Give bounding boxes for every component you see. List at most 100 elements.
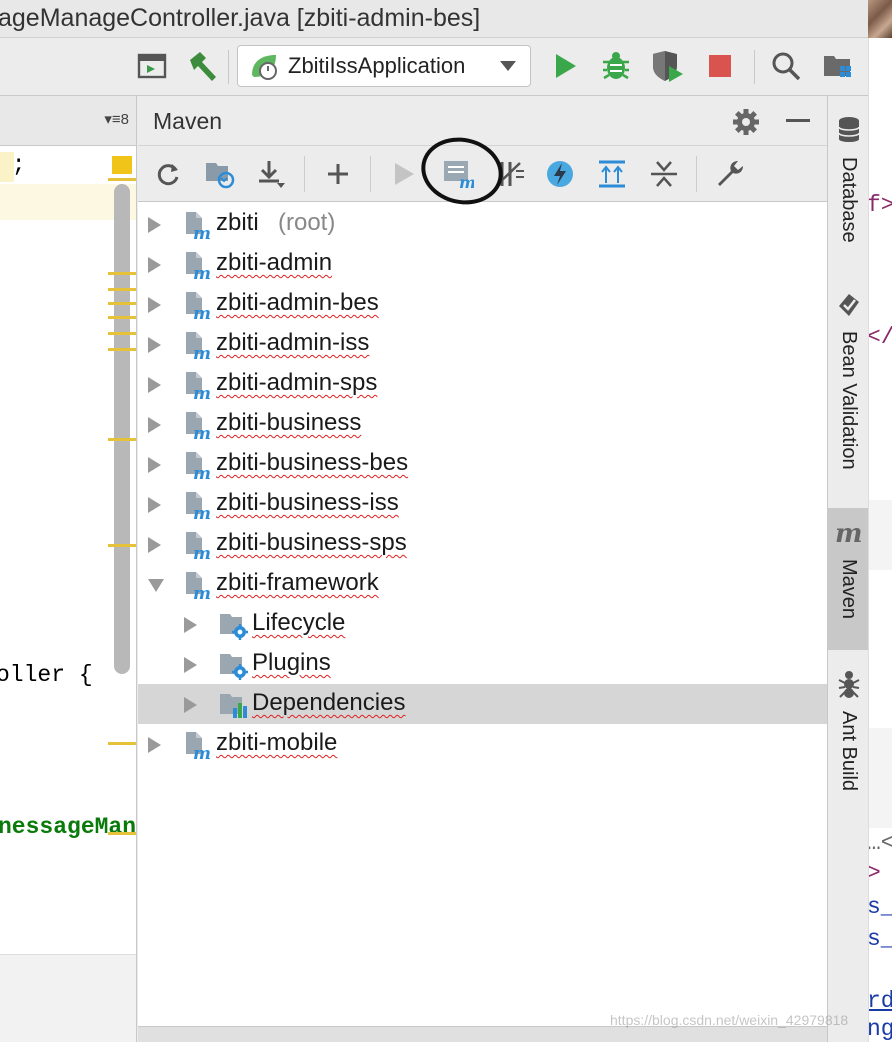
expand-arrow-icon[interactable]	[148, 257, 161, 273]
lifecycle-folder-icon	[218, 650, 248, 680]
error-stripe-mark[interactable]	[108, 178, 136, 181]
toolbar-separator	[228, 50, 229, 84]
maven-bottom-edge	[138, 1026, 827, 1042]
reload-icon[interactable]	[150, 156, 186, 192]
tree-item[interactable]: m zbiti (root)	[138, 204, 827, 244]
run-icon[interactable]	[386, 156, 422, 192]
skip-tests-icon[interactable]	[542, 156, 578, 192]
coverage-icon[interactable]	[650, 48, 686, 84]
tool-tab-label: Ant Build	[838, 711, 860, 792]
error-stripe-mark[interactable]	[108, 316, 136, 319]
expand-arrow-icon[interactable]	[184, 697, 197, 713]
tree-item[interactable]: Lifecycle	[138, 604, 827, 644]
svg-text:m: m	[193, 344, 211, 360]
expand-arrow-icon[interactable]	[148, 417, 161, 433]
error-stripe-mark[interactable]	[108, 544, 136, 547]
tool-tab-label: Maven	[838, 559, 860, 620]
stop-icon[interactable]	[702, 48, 738, 84]
debug-icon[interactable]	[598, 48, 634, 84]
expand-arrow-icon[interactable]	[148, 217, 161, 233]
tree-item-label: zbiti-admin-sps	[216, 369, 378, 396]
maven-project-tree[interactable]: m zbiti (root) m zbiti-admin m zbiti-admin-bes…	[138, 204, 827, 764]
tool-tab-maven[interactable]: m Maven	[828, 508, 869, 650]
svg-text:m: m	[193, 304, 211, 320]
warning-marker[interactable]	[112, 156, 132, 174]
tree-item-label: zbiti-framework	[216, 569, 379, 596]
tree-item[interactable]: m zbiti-business-iss	[138, 484, 827, 524]
run-icon[interactable]	[547, 48, 583, 84]
tree-item-label: Lifecycle	[252, 609, 346, 636]
error-stripe-mark[interactable]	[108, 348, 136, 351]
tree-item[interactable]: m zbiti-admin-iss	[138, 324, 827, 364]
tool-tab-bean-validation[interactable]: Bean Validation	[828, 292, 869, 470]
minimize-icon[interactable]	[786, 119, 810, 122]
search-icon[interactable]	[768, 48, 804, 84]
lifecycle-folder-icon	[218, 610, 248, 640]
bean-icon	[837, 292, 861, 323]
tree-item-label: Plugins	[252, 649, 331, 676]
tree-item[interactable]: m zbiti-admin	[138, 244, 827, 284]
expand-arrow-icon[interactable]	[148, 737, 161, 753]
error-stripe-mark[interactable]	[108, 742, 136, 745]
ide-window: ageManageController.java [zbiti-admin-be…	[0, 0, 892, 1042]
run-configuration-select[interactable]: ZbitiIssApplication	[237, 45, 531, 87]
desktop-background	[868, 0, 892, 38]
code-fragment: …<	[868, 830, 892, 856]
add-icon[interactable]	[320, 156, 356, 192]
editor-scrollbar[interactable]	[114, 184, 130, 674]
tree-item[interactable]: m zbiti-business-bes	[138, 444, 827, 484]
expand-arrow-icon[interactable]	[148, 337, 161, 353]
maven-module-icon: m	[182, 410, 212, 444]
editor-tabs-menu[interactable]: ▾≡8	[104, 110, 129, 128]
svg-text:m: m	[193, 224, 211, 240]
tree-item[interactable]: Plugins	[138, 644, 827, 684]
download-icon[interactable]	[254, 156, 290, 192]
title-bar: ageManageController.java [zbiti-admin-be…	[0, 0, 868, 38]
tree-item-label: zbiti-admin-bes	[216, 289, 379, 316]
error-stripe-mark[interactable]	[108, 332, 136, 335]
tree-item[interactable]: Dependencies	[138, 684, 827, 724]
toolbar-separator	[304, 156, 305, 192]
toolbar-separator	[754, 50, 755, 84]
code-fragment: ng	[868, 1016, 892, 1042]
tree-item[interactable]: m zbiti-framework	[138, 564, 827, 604]
maven-module-icon: m	[182, 730, 212, 764]
error-stripe-mark[interactable]	[108, 272, 136, 275]
editor-bottom-area	[0, 954, 136, 1042]
expand-arrow-icon[interactable]	[148, 457, 161, 473]
expand-arrow-icon[interactable]	[148, 297, 161, 313]
error-stripe-mark[interactable]	[108, 832, 136, 835]
code-editor[interactable]: ▾≡8 e; oller { nessageMana	[0, 96, 137, 1042]
tree-item[interactable]: m zbiti-mobile	[138, 724, 827, 764]
tool-tab-database[interactable]: Database	[828, 116, 869, 243]
generate-sources-icon[interactable]	[202, 156, 238, 192]
expand-arrow-icon[interactable]	[184, 657, 197, 673]
tree-item[interactable]: m zbiti-admin-sps	[138, 364, 827, 404]
toolbar-separator	[696, 156, 697, 192]
settings-wrench-icon[interactable]	[712, 156, 748, 192]
build-layout-icon[interactable]	[134, 48, 170, 84]
error-stripe-mark[interactable]	[108, 302, 136, 305]
expand-arrow-icon[interactable]	[148, 537, 161, 553]
tree-item-label: zbiti-mobile	[216, 729, 338, 756]
code-highlight	[0, 152, 14, 182]
expand-arrow-open-icon[interactable]	[148, 579, 164, 592]
hammer-icon[interactable]	[185, 48, 221, 84]
collapse-all-icon[interactable]	[646, 156, 682, 192]
error-stripe-mark[interactable]	[108, 438, 136, 441]
error-stripe-mark[interactable]	[108, 288, 136, 291]
expand-arrow-icon[interactable]	[148, 497, 161, 513]
tool-tab-ant-build[interactable]: Ant Build	[828, 670, 869, 791]
maven-module-icon: m	[182, 570, 212, 604]
expand-arrow-icon[interactable]	[184, 617, 197, 633]
svg-text:m: m	[193, 384, 211, 400]
tree-item[interactable]: m zbiti-admin-bes	[138, 284, 827, 324]
tree-item[interactable]: m zbiti-business	[138, 404, 827, 444]
expand-arrow-icon[interactable]	[148, 377, 161, 393]
maven-module-icon: m	[182, 450, 212, 484]
code-band	[869, 500, 892, 570]
show-dependencies-icon[interactable]	[594, 156, 630, 192]
project-structure-icon[interactable]	[820, 48, 856, 84]
gear-icon[interactable]	[732, 108, 760, 141]
tree-item[interactable]: m zbiti-business-sps	[138, 524, 827, 564]
